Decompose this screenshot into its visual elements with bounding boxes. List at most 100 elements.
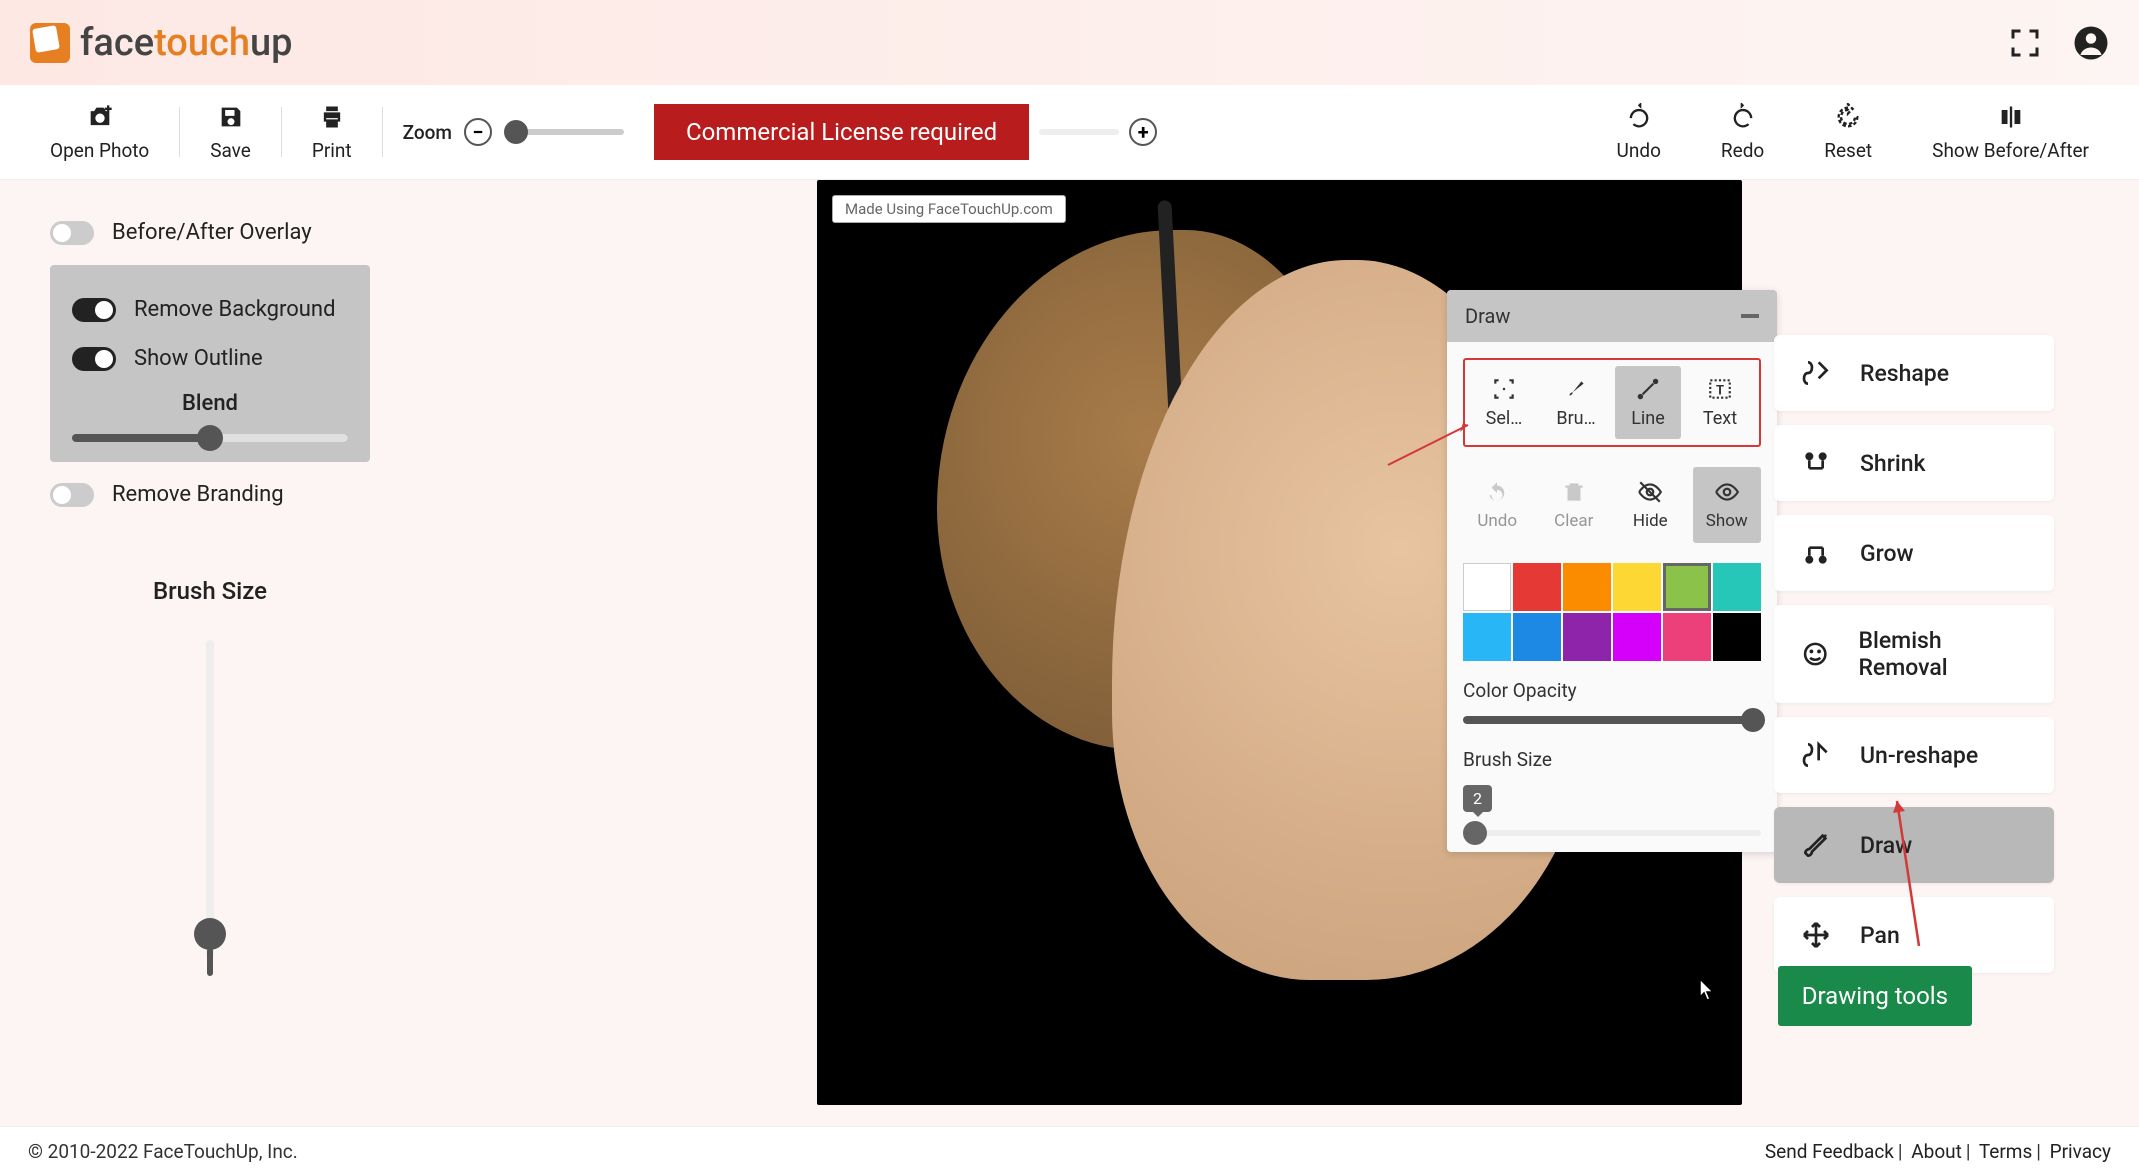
tool-label: Reshape [1860,360,1949,387]
brush-size-title: Brush Size [50,577,370,605]
drawing-tools-annotation: Drawing tools [1778,966,1972,1026]
before-after-toggle[interactable] [50,221,94,245]
app-header: facetouchup [0,0,2139,85]
tool-blemish[interactable]: Blemish Removal [1774,605,2054,703]
print-icon [318,103,346,131]
tool-pan[interactable]: Pan [1774,897,2054,973]
about-link[interactable]: About [1911,1140,1962,1163]
tool-label: Pan [1860,922,1900,949]
brush-tool[interactable]: Bru… [1543,366,1609,439]
panel-brush-size-label: Brush Size [1463,748,1761,771]
draw-tools-row: Sel… Bru… Line T Text [1463,358,1761,447]
feedback-link[interactable]: Send Feedback [1765,1140,1894,1163]
draw-panel: Draw Sel… Bru… Line T Text [1447,290,1777,852]
show-outline-label: Show Outline [134,346,263,371]
brush-size-slider[interactable] [206,640,214,960]
save-button[interactable]: Save [180,103,281,162]
redo-button[interactable]: Redo [1691,103,1794,162]
before-after-label: Before/After Overlay [112,220,312,245]
shrink-icon [1800,447,1832,479]
terms-link[interactable]: Terms [1979,1140,2032,1163]
tool-label: Grow [1860,540,1914,567]
brush-icon [1563,376,1589,402]
tool-unreshape[interactable]: Un-reshape [1774,717,2054,793]
color-swatch[interactable] [1713,563,1761,611]
logo-text: facetouchup [80,21,292,65]
undo-icon [1625,103,1653,131]
blend-slider[interactable] [72,434,348,442]
redo-icon [1729,103,1757,131]
color-swatch[interactable] [1613,613,1661,661]
color-swatch[interactable] [1713,613,1761,661]
color-swatch[interactable] [1513,613,1561,661]
show-before-after-button[interactable]: Show Before/After [1902,103,2119,162]
color-swatch[interactable] [1613,563,1661,611]
right-tool-panel: Reshape Shrink Grow Blemish Removal Un-resha… [1774,335,2054,973]
text-tool[interactable]: T Text [1687,366,1753,439]
copyright: © 2010-2022 FaceTouchUp, Inc. [28,1140,298,1163]
draw-panel-title: Draw [1465,304,1510,328]
undo-button[interactable]: Undo [1587,103,1691,162]
print-button[interactable]: Print [282,103,382,162]
draw-clear-button[interactable]: Clear [1540,467,1609,543]
color-swatch[interactable] [1663,563,1711,611]
zoom-out-button[interactable]: − [464,118,492,146]
draw-show-button[interactable]: Show [1693,467,1762,543]
main-toolbar: Open Photo Save Print Zoom − Commercial … [0,85,2139,180]
select-tool[interactable]: Sel… [1471,366,1537,439]
tool-grow[interactable]: Grow [1774,515,2054,591]
draw-panel-header[interactable]: Draw [1447,290,1777,342]
tool-label: Un-reshape [1860,742,1978,769]
tool-label: Shrink [1860,450,1926,477]
draw-icon [1800,829,1832,861]
remove-bg-toggle[interactable] [72,298,116,322]
watermark: Made Using FaceTouchUp.com [832,195,1066,223]
unreshape-icon [1800,739,1832,771]
logo-icon [30,23,70,63]
fullscreen-icon[interactable] [2007,25,2043,61]
color-swatch[interactable] [1563,563,1611,611]
color-swatch[interactable] [1563,613,1611,661]
color-swatch[interactable] [1513,563,1561,611]
privacy-link[interactable]: Privacy [2050,1140,2111,1163]
minimize-icon[interactable] [1741,314,1759,318]
draw-actions-row: Undo Clear Hide Show [1463,467,1761,543]
color-swatch[interactable] [1663,613,1711,661]
camera-plus-icon [86,103,114,131]
zoom-slider-secondary[interactable] [1039,129,1119,135]
reset-icon [1834,103,1862,131]
tool-label: Blemish Removal [1858,627,2028,681]
color-swatch[interactable] [1463,563,1511,611]
show-outline-toggle[interactable] [72,347,116,371]
eye-off-icon [1637,479,1663,505]
color-opacity-slider[interactable] [1463,716,1761,724]
bg-panel: Remove Background Show Outline Blend [50,265,370,462]
blend-label: Blend [72,391,348,416]
blemish-icon [1800,638,1830,670]
tool-reshape[interactable]: Reshape [1774,335,2054,411]
brush-size-value: 2 [1463,785,1492,812]
tool-shrink[interactable]: Shrink [1774,425,2054,501]
draw-undo-button[interactable]: Undo [1463,467,1532,543]
trash-icon [1561,479,1587,505]
zoom-slider[interactable] [504,129,624,135]
tool-draw[interactable]: Draw [1774,807,2054,883]
reset-button[interactable]: Reset [1794,103,1902,162]
color-palette [1463,563,1761,661]
grow-icon [1800,537,1832,569]
color-swatch[interactable] [1463,613,1511,661]
eye-icon [1714,479,1740,505]
line-tool[interactable]: Line [1615,366,1681,439]
remove-branding-toggle[interactable] [50,483,94,507]
save-icon [217,103,245,131]
undo-icon [1484,479,1510,505]
zoom-in-button[interactable]: + [1129,118,1157,146]
compare-icon [1997,103,2025,131]
draw-hide-button[interactable]: Hide [1616,467,1685,543]
panel-brush-size-slider[interactable] [1463,830,1761,836]
open-photo-button[interactable]: Open Photo [20,103,179,162]
zoom-controls: Zoom − [383,118,644,146]
account-icon[interactable] [2073,25,2109,61]
remove-bg-label: Remove Background [134,297,336,322]
pan-icon [1800,919,1832,951]
